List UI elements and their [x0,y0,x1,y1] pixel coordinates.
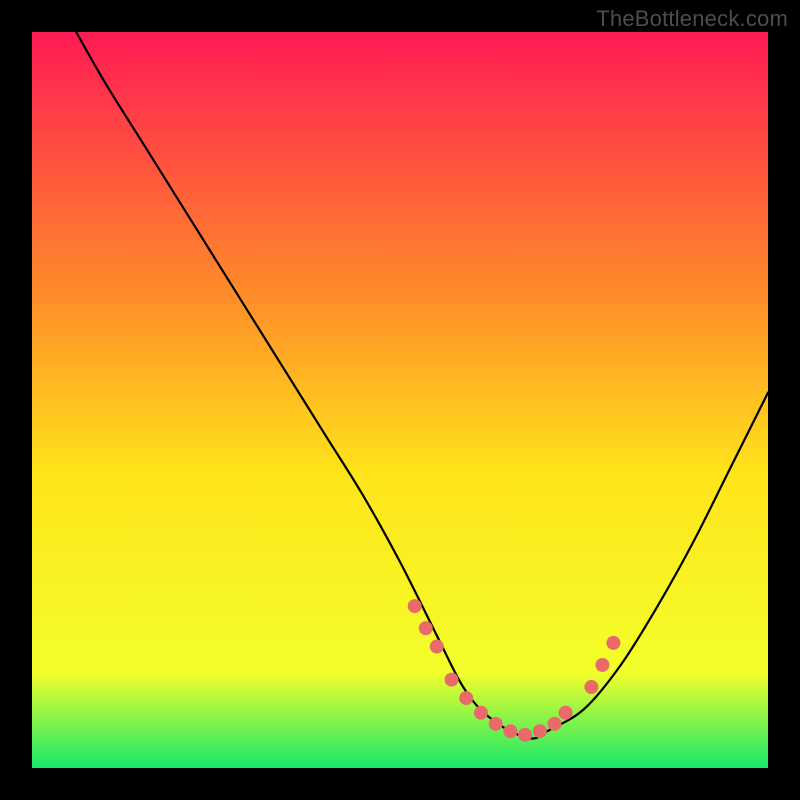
watermark-text: TheBottleneck.com [596,6,788,32]
chart-frame [32,32,768,768]
data-dot [430,640,444,654]
data-dot [459,691,473,705]
data-dot [445,673,459,687]
data-dot [474,706,488,720]
data-dot [489,717,503,731]
data-dot [419,621,433,635]
data-dot [584,680,598,694]
data-dot [548,717,562,731]
data-dot [503,724,517,738]
data-dot [559,706,573,720]
data-dot [606,636,620,650]
data-dot [533,724,547,738]
data-dot [518,728,532,742]
chart-svg [32,32,768,768]
data-dot [595,658,609,672]
data-dot [408,599,422,613]
